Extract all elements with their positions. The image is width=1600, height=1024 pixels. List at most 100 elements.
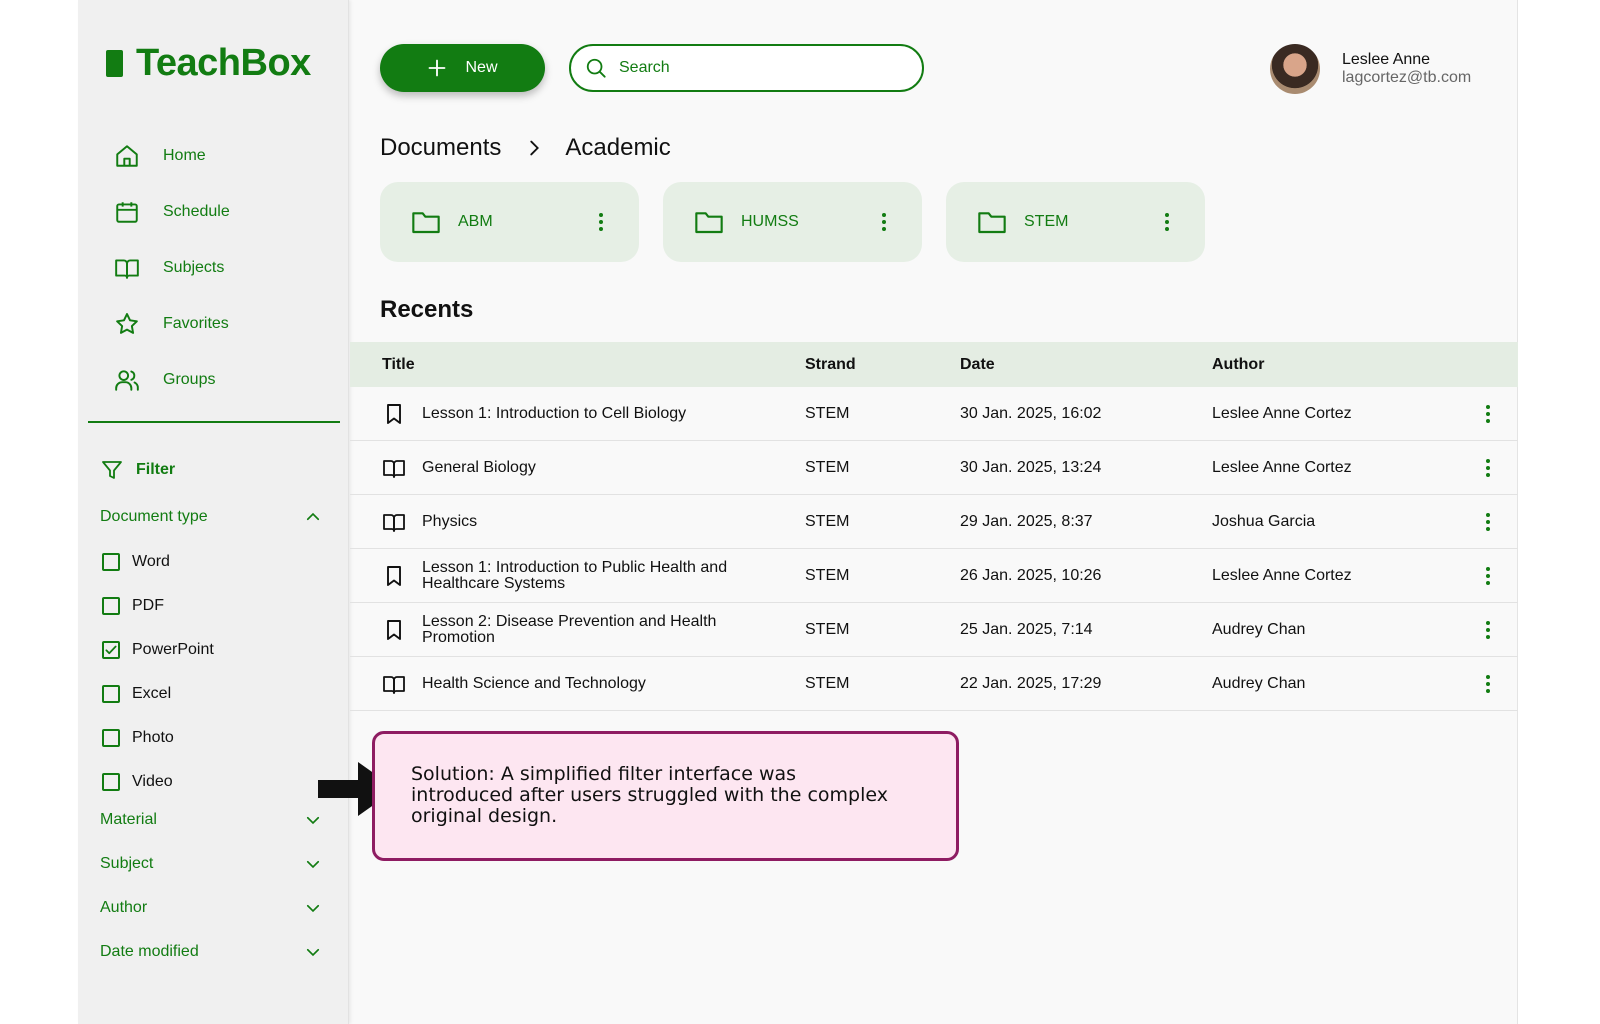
table-row[interactable]: Lesson 1: Introduction to Public Health … xyxy=(350,549,1518,603)
checkbox-photo[interactable]: Photo xyxy=(102,716,214,760)
folder-list: ABM HUMSS STEM xyxy=(380,182,1229,262)
users-icon xyxy=(115,370,139,391)
folder-icon xyxy=(412,212,440,234)
more-vertical-icon[interactable] xyxy=(874,210,894,234)
search-icon xyxy=(586,58,606,78)
user-email: lagcortez@tb.com xyxy=(1342,69,1472,86)
more-vertical-icon[interactable] xyxy=(1478,618,1498,642)
more-vertical-icon[interactable] xyxy=(1478,510,1498,534)
filter-section-label: Subject xyxy=(100,855,154,872)
new-button[interactable]: New xyxy=(380,44,545,92)
filter-section-label: Author xyxy=(100,899,148,916)
chevron-up-icon xyxy=(306,512,320,521)
checkbox-box[interactable] xyxy=(102,685,120,703)
more-vertical-icon[interactable] xyxy=(1478,672,1498,696)
star-icon xyxy=(116,313,138,334)
folder-label: ABM xyxy=(458,213,493,230)
sidebar-item-label: Schedule xyxy=(163,203,230,220)
filter-section-material[interactable]: Material xyxy=(100,811,322,829)
filter-section-author[interactable]: Author xyxy=(100,899,322,917)
checkbox-box[interactable] xyxy=(102,641,120,659)
chevron-down-icon xyxy=(306,948,320,957)
sidebar-item-favorites[interactable]: Favorites xyxy=(114,296,230,352)
table-row[interactable]: Physics STEM 29 Jan. 2025, 8:37 Joshua G… xyxy=(350,495,1518,549)
row-menu[interactable] xyxy=(1458,402,1518,426)
folder-card-humss[interactable]: HUMSS xyxy=(663,182,922,262)
checkbox-powerpoint[interactable]: PowerPoint xyxy=(102,628,214,672)
checkbox-label: Photo xyxy=(132,729,174,746)
row-menu[interactable] xyxy=(1458,564,1518,588)
annotation-line: introduced after users struggled with th… xyxy=(411,784,888,806)
checkbox-label: PDF xyxy=(132,597,164,614)
more-vertical-icon[interactable] xyxy=(1478,564,1498,588)
checkbox-video[interactable]: Video xyxy=(102,760,214,804)
cell-strand: STEM xyxy=(805,512,850,530)
more-vertical-icon[interactable] xyxy=(591,210,611,234)
sidebar-item-label: Groups xyxy=(163,371,216,388)
breadcrumb-academic[interactable]: Academic xyxy=(565,134,670,162)
doc-title-line: General Biology xyxy=(422,458,536,476)
doc-title-line: Lesson 1: Introduction to Public Health … xyxy=(422,558,728,576)
checkbox-box[interactable] xyxy=(102,553,120,571)
logo-text: TeachBox xyxy=(136,42,311,84)
teachbox-logo[interactable]: TeachBox xyxy=(106,42,311,85)
cell-strand: STEM xyxy=(805,404,850,422)
doc-title-line: Lesson 1: Introduction to Cell Biology xyxy=(422,404,687,422)
search-input[interactable] xyxy=(619,59,899,77)
doc-title: Lesson 2: Disease Prevention and Health … xyxy=(422,613,716,646)
user-profile[interactable]: Leslee Anne lagcortez@tb.com xyxy=(1270,44,1471,94)
bookmark-icon xyxy=(387,619,401,640)
sidebar-item-home[interactable]: Home xyxy=(114,128,230,184)
checkbox-excel[interactable]: Excel xyxy=(102,672,214,716)
folder-card-abm[interactable]: ABM xyxy=(380,182,639,262)
column-title[interactable]: Title xyxy=(350,356,805,374)
more-vertical-icon[interactable] xyxy=(1478,402,1498,426)
search-bar[interactable] xyxy=(569,44,924,92)
cell-date: 30 Jan. 2025, 16:02 xyxy=(960,404,1102,422)
checkbox-box[interactable] xyxy=(102,773,120,791)
sidebar-item-label: Subjects xyxy=(163,259,225,276)
checkbox-box[interactable] xyxy=(102,597,120,615)
book-icon xyxy=(115,259,139,279)
check-icon xyxy=(105,645,117,655)
sidebar-item-subjects[interactable]: Subjects xyxy=(114,240,230,296)
cell-date: 30 Jan. 2025, 13:24 xyxy=(960,458,1102,476)
document-type-options: Word PDF PowerPoint Excel Photo Video xyxy=(102,540,214,804)
cell-title: Physics xyxy=(350,510,805,534)
column-strand[interactable]: Strand xyxy=(805,356,960,374)
recents-table: Title Strand Date Author Lesson 1: Intro… xyxy=(350,342,1518,711)
doc-title-line: Health Science and Technology xyxy=(422,674,646,692)
cell-title: Lesson 2: Disease Prevention and Health … xyxy=(350,613,805,646)
table-row[interactable]: Health Science and Technology STEM 22 Ja… xyxy=(350,657,1518,711)
more-vertical-icon[interactable] xyxy=(1157,210,1177,234)
filter-section-document-type[interactable]: Document type xyxy=(100,508,322,526)
checkbox-box[interactable] xyxy=(102,729,120,747)
filter-section-label: Document type xyxy=(100,508,208,525)
doc-title: Physics xyxy=(422,513,477,530)
table-row[interactable]: General Biology STEM 30 Jan. 2025, 13:24… xyxy=(350,441,1518,495)
chevron-down-icon xyxy=(306,860,320,869)
sidebar-item-schedule[interactable]: Schedule xyxy=(114,184,230,240)
chevron-down-icon xyxy=(306,904,320,913)
row-menu[interactable] xyxy=(1458,618,1518,642)
filter-section-subject[interactable]: Subject xyxy=(100,855,322,873)
folder-card-stem[interactable]: STEM xyxy=(946,182,1205,262)
filter-section-date-modified[interactable]: Date modified xyxy=(100,943,322,961)
avatar[interactable] xyxy=(1270,44,1320,94)
table-row[interactable]: Lesson 1: Introduction to Cell Biology S… xyxy=(350,387,1518,441)
checkbox-word[interactable]: Word xyxy=(102,540,214,584)
home-icon xyxy=(116,145,138,167)
cell-strand: STEM xyxy=(805,566,850,584)
cell-author: Leslee Anne Cortez xyxy=(1212,404,1352,422)
row-menu[interactable] xyxy=(1458,672,1518,696)
row-menu[interactable] xyxy=(1458,510,1518,534)
table-row[interactable]: Lesson 2: Disease Prevention and Health … xyxy=(350,603,1518,657)
sidebar-item-groups[interactable]: Groups xyxy=(114,352,230,408)
row-menu[interactable] xyxy=(1458,456,1518,480)
filter-icon xyxy=(102,461,122,479)
more-vertical-icon[interactable] xyxy=(1478,456,1498,480)
checkbox-pdf[interactable]: PDF xyxy=(102,584,214,628)
column-date[interactable]: Date xyxy=(960,356,1212,374)
column-author[interactable]: Author xyxy=(1212,356,1458,374)
breadcrumb-documents[interactable]: Documents xyxy=(380,134,501,162)
